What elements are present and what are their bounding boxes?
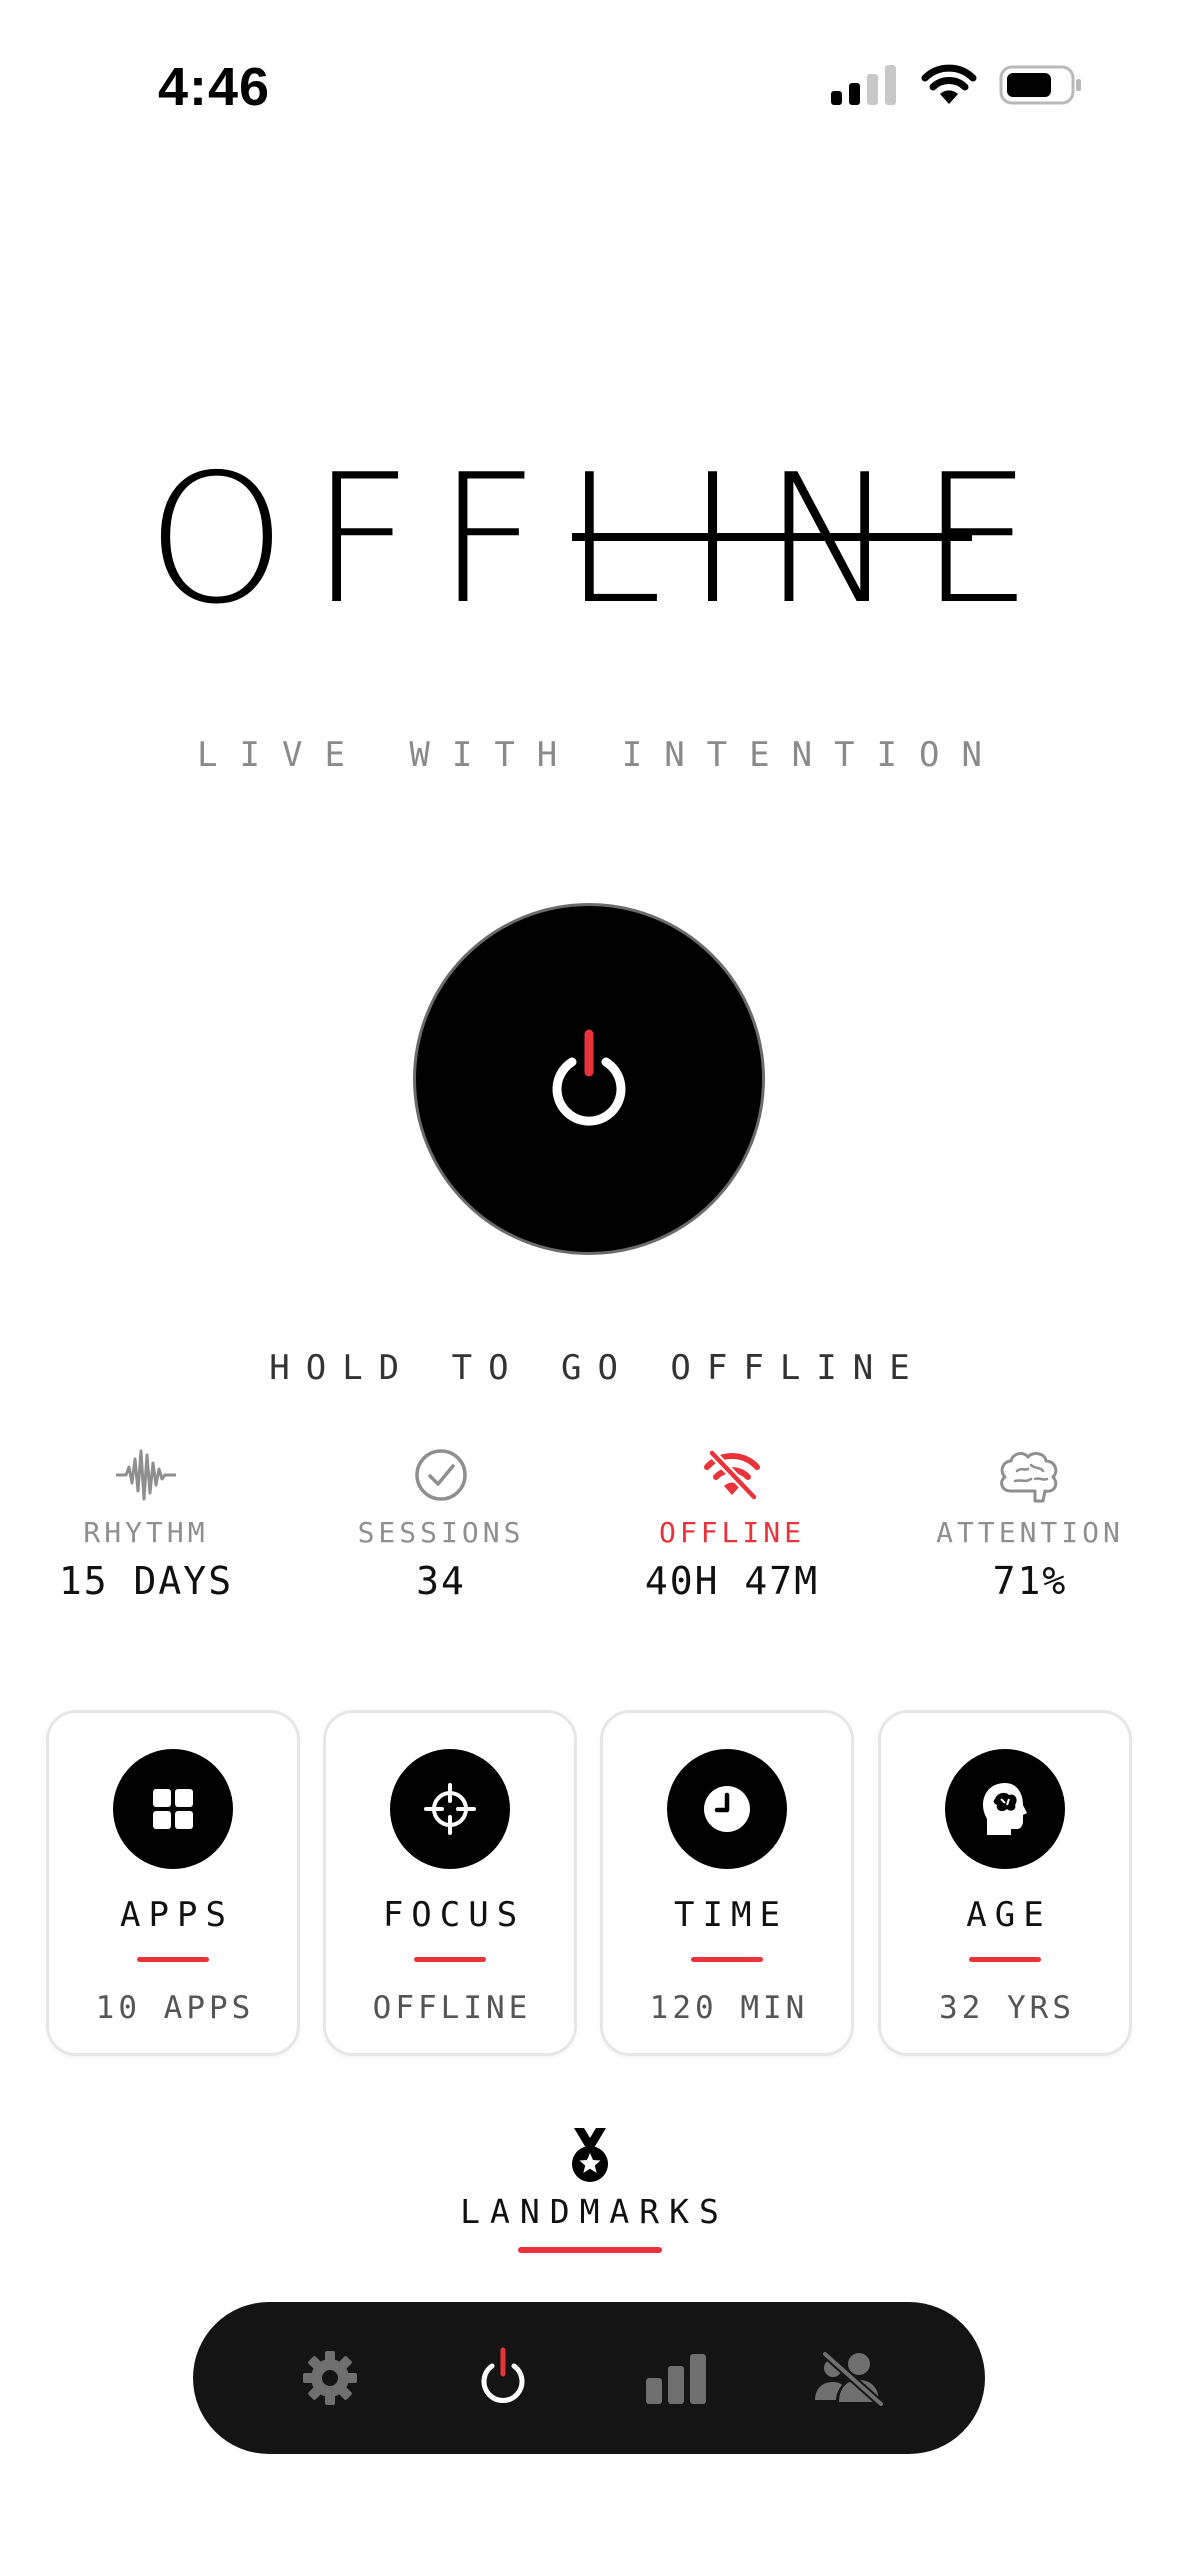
medal-icon <box>571 2128 608 2182</box>
nav-power[interactable] <box>448 2323 558 2433</box>
stat-label: OFFLINE <box>658 1516 805 1549</box>
stat-rhythm: RHYTHM 15 DAYS <box>16 1440 276 1603</box>
card-subtitle: OFFLINE <box>372 1990 532 2026</box>
stat-value: 40H 47M <box>644 1559 820 1603</box>
nav-stats[interactable] <box>621 2323 731 2433</box>
status-icons <box>831 62 1083 108</box>
wifi-icon <box>921 64 977 104</box>
status-time: 4:46 <box>158 57 271 117</box>
stats-row: RHYTHM 15 DAYS SESSIONS 34 OFFLINE 40H 4… <box>0 1440 1179 1640</box>
bottom-nav <box>193 2302 985 2454</box>
card-accent-bar <box>414 1957 486 1962</box>
brain-icon <box>997 1440 1063 1510</box>
stat-sessions: SESSIONS 34 <box>311 1440 571 1603</box>
stat-attention: ATTENTION 71% <box>900 1440 1160 1603</box>
power-button[interactable] <box>413 903 765 1255</box>
card-accent-bar <box>691 1957 763 1962</box>
signal-icon <box>831 65 896 105</box>
nav-settings[interactable] <box>275 2323 385 2433</box>
hold-to-go-offline-label: HOLD TO GO OFFLINE <box>269 1348 926 1388</box>
card-title: APPS <box>120 1895 234 1935</box>
card-title: FOCUS <box>382 1895 526 1935</box>
settings-cards: APPS 10 APPS FOCUS OFFLINE TIME 120 MIN <box>46 1710 1132 2056</box>
card-apps[interactable]: APPS 10 APPS <box>46 1710 300 2056</box>
people-off-icon <box>814 2351 884 2406</box>
card-age[interactable]: AGE 32 YRS <box>878 1710 1132 2056</box>
tagline: LIVE WITH INTENTION <box>197 735 1004 775</box>
gear-icon <box>302 2351 357 2405</box>
card-accent-bar <box>969 1957 1041 1962</box>
wifi-off-icon <box>702 1440 762 1510</box>
nav-social[interactable] <box>794 2323 904 2433</box>
battery-icon <box>999 65 1081 105</box>
stat-offline: OFFLINE 40H 47M <box>602 1440 862 1603</box>
power-icon <box>552 1029 626 1126</box>
card-subtitle: 32 YRS <box>939 1990 1075 2026</box>
stat-value: 15 DAYS <box>58 1559 234 1603</box>
card-title: AGE <box>966 1895 1052 1935</box>
stat-label: SESSIONS <box>357 1516 525 1549</box>
stat-label: ATTENTION <box>936 1516 1124 1549</box>
clock-icon <box>667 1749 787 1869</box>
card-subtitle: 120 MIN <box>649 1990 809 2026</box>
power-icon <box>481 2347 524 2403</box>
check-circle-icon <box>413 1440 469 1510</box>
stat-value: 71% <box>992 1559 1068 1603</box>
stat-label: RHYTHM <box>83 1516 209 1549</box>
landmarks-button[interactable]: LANDMARKS <box>0 2126 1179 2253</box>
stat-value: 34 <box>416 1559 466 1603</box>
card-focus[interactable]: FOCUS OFFLINE <box>323 1710 577 2056</box>
card-accent-bar <box>137 1957 209 1962</box>
landmarks-accent-bar <box>517 2247 662 2253</box>
landmarks-label: LANDMARKS <box>460 2192 729 2231</box>
bar-chart-icon <box>645 2354 706 2404</box>
card-time[interactable]: TIME 120 MIN <box>600 1710 854 2056</box>
head-brain-icon <box>945 1749 1065 1869</box>
card-subtitle: 10 APPS <box>95 1990 255 2026</box>
apps-grid-icon <box>113 1749 233 1869</box>
waveform-icon <box>114 1440 178 1510</box>
logo-strikethrough <box>572 533 972 541</box>
card-title: TIME <box>674 1895 788 1935</box>
crosshair-icon <box>390 1749 510 1869</box>
